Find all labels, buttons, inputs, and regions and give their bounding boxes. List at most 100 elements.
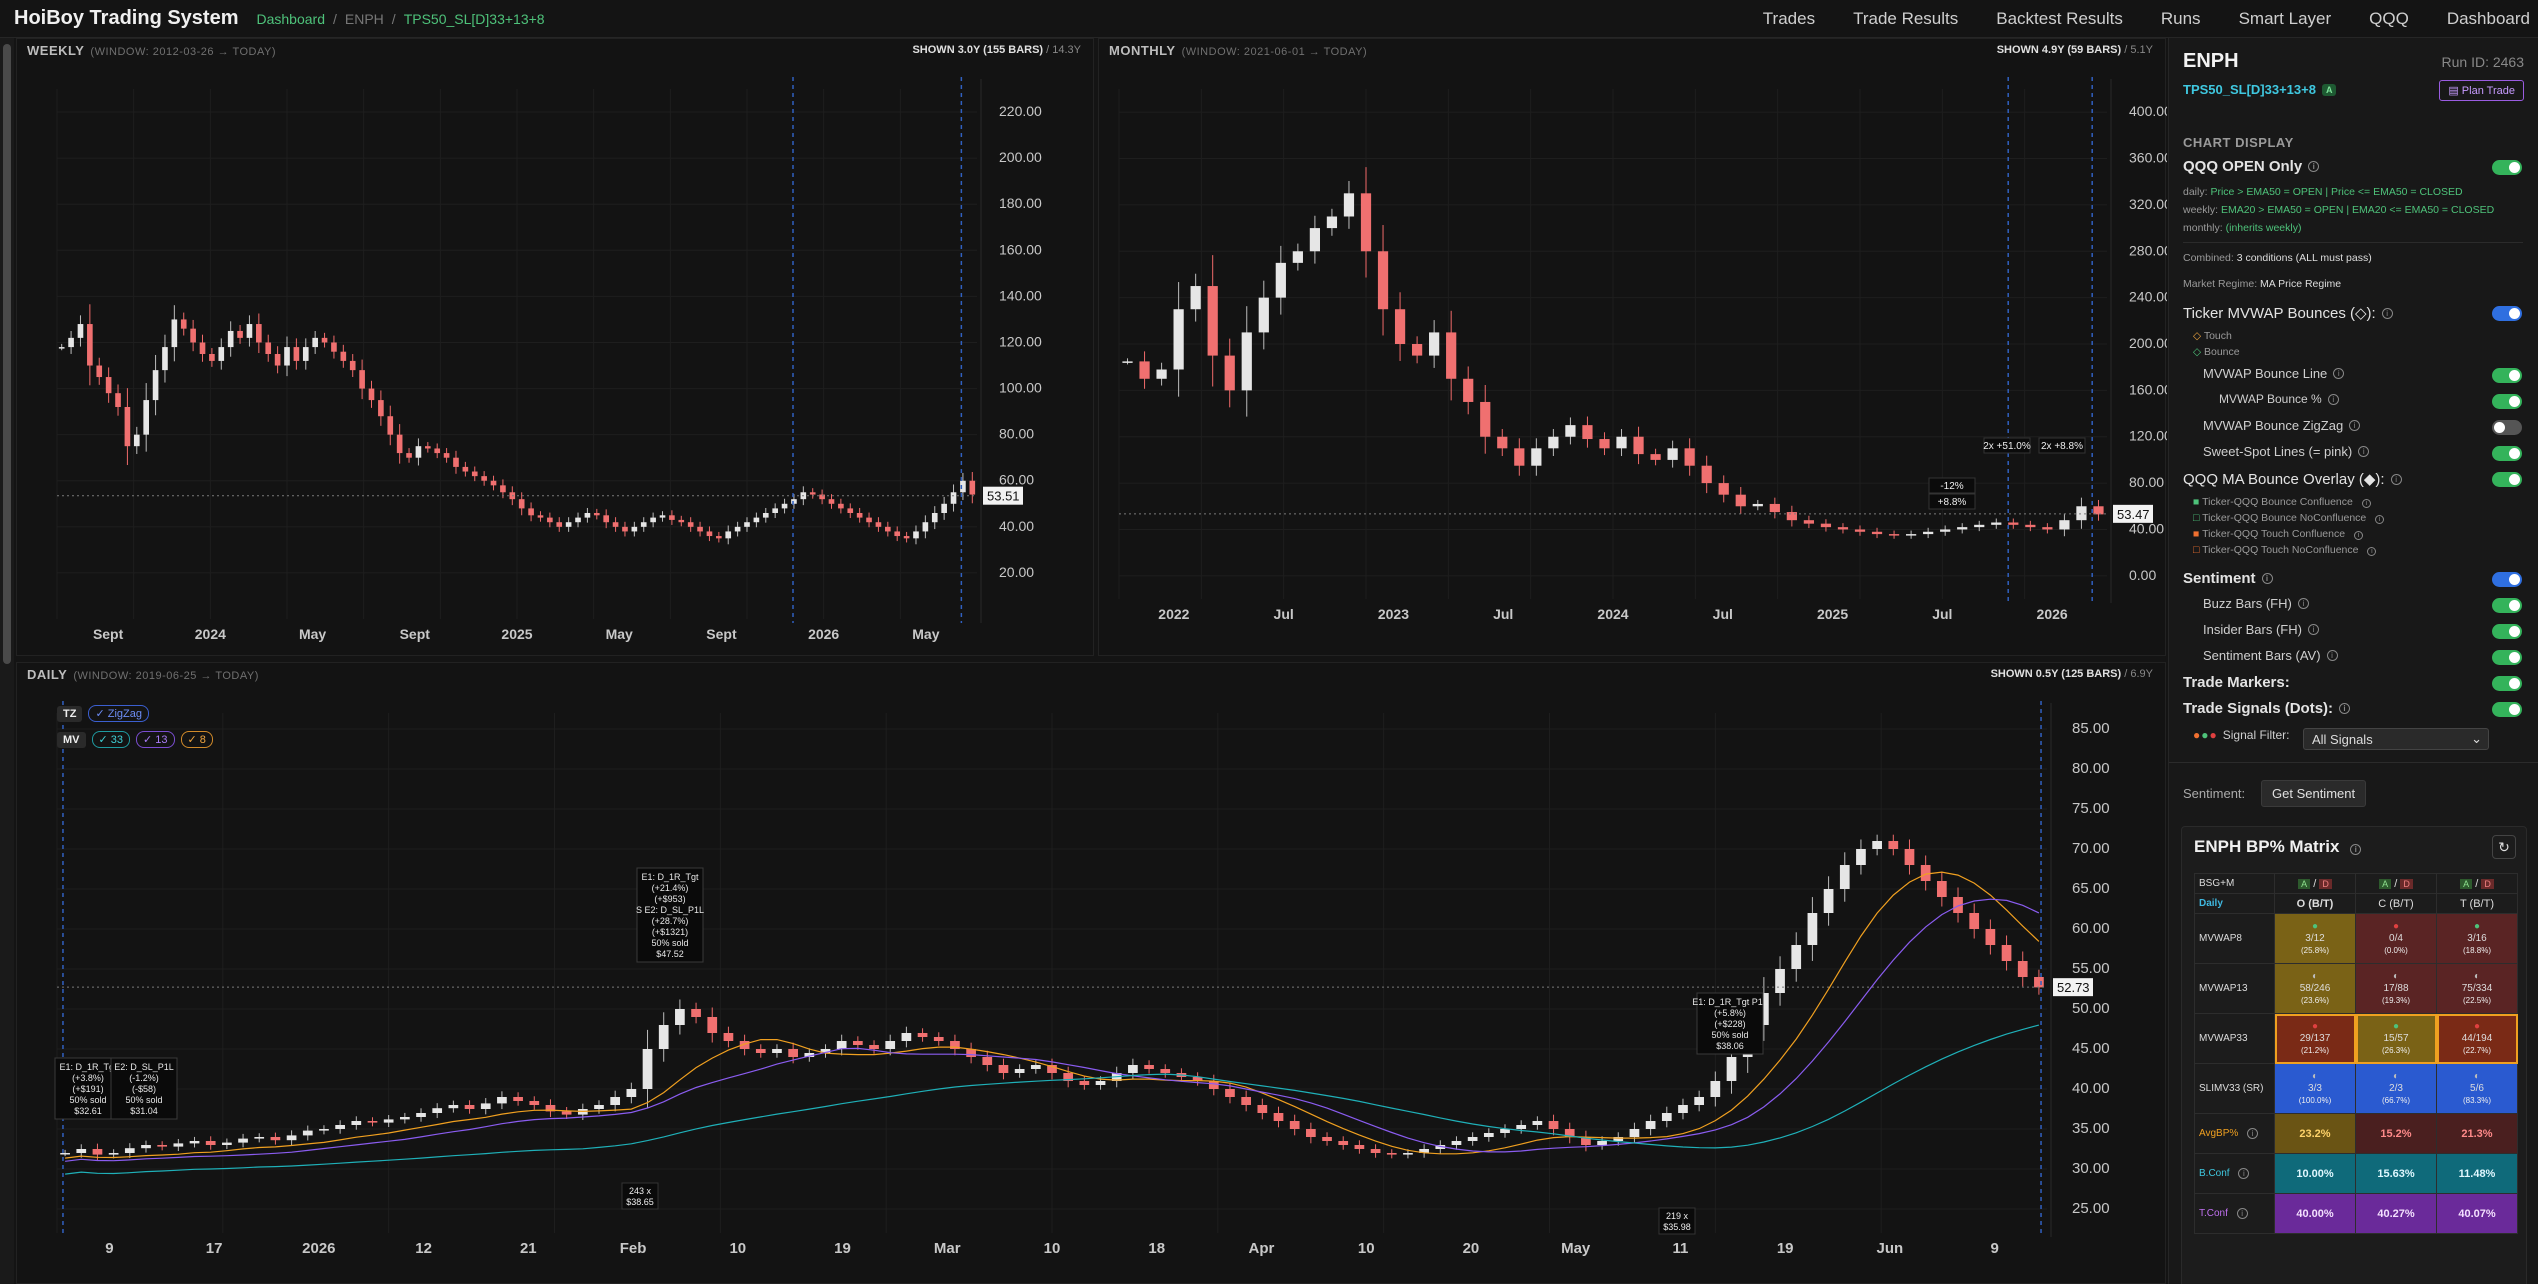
insider-bars-toggle[interactable] [2492, 624, 2522, 639]
info-icon[interactable]: i [2236, 1208, 2248, 1219]
strategy-name[interactable]: TPS50_SL[D]33+13+8 [2183, 82, 2316, 97]
matrix-cell[interactable]: ◐ 17/88 (19.3%) [2355, 963, 2437, 1014]
candle [687, 522, 694, 527]
monthly-chart[interactable]: 400.00 360.00 320.00 280.00 240.00 200.00 160.… [1099, 39, 2167, 657]
y-tick-label: 55.00 [2072, 960, 2110, 977]
matrix-cell[interactable]: ● 3/16 (18.8%) [2436, 913, 2518, 964]
info-icon[interactable]: i [2367, 547, 2377, 556]
matrix-cell[interactable]: ● 29/137 (21.2%) [2274, 1013, 2356, 1064]
mv8-chip[interactable]: ✓ 8 [180, 731, 213, 748]
info-icon[interactable]: i [2261, 573, 2273, 584]
matrix-cell[interactable]: ◐ 58/246 (23.6%) [2274, 963, 2356, 1014]
daily-chart[interactable]: 85.00 80.00 75.00 70.00 65.00 60.00 55.00 50.00… [17, 663, 2167, 1284]
candle [528, 508, 534, 516]
info-icon[interactable]: i [2327, 393, 2339, 405]
breadcrumb-ticker[interactable]: ENPH [345, 11, 384, 27]
trade-signals-toggle[interactable] [2492, 702, 2522, 717]
d-label: D [2400, 878, 2413, 889]
tconf-label-text: T.Conf [2199, 1208, 2228, 1219]
cell-pct: (25.8%) [2300, 945, 2329, 955]
ad-toggle[interactable]: A / D [2274, 873, 2356, 894]
get-sentiment-button[interactable]: Get Sentiment [2261, 780, 2367, 807]
candle [772, 1049, 782, 1053]
info-icon[interactable]: i [2375, 515, 2385, 524]
nav-runs[interactable]: Runs [2161, 9, 2201, 29]
candle [448, 1105, 459, 1109]
info-icon[interactable]: i [2238, 1168, 2250, 1179]
mv33-chip[interactable]: ✓ 33 [91, 731, 131, 748]
row-label: MVWAP13 [2194, 963, 2275, 1014]
info-icon[interactable]: i [2353, 531, 2363, 540]
sentiment-bars-toggle[interactable] [2492, 650, 2522, 665]
sweet-spot-toggle[interactable] [2492, 446, 2522, 461]
nav-trade-results[interactable]: Trade Results [1853, 9, 1958, 29]
trade-box-line: E2: D_SL_P1L [114, 1062, 174, 1072]
candle [931, 513, 938, 523]
candle [302, 1130, 313, 1136]
cell-pct: (21.2%) [2300, 1045, 2329, 1055]
page-scrollbar[interactable] [0, 38, 14, 1284]
info-icon[interactable]: i [2326, 650, 2338, 661]
signal-filter-select[interactable]: All Signals ⌄ [2303, 728, 2489, 750]
info-icon[interactable]: i [2247, 1128, 2259, 1139]
nav-dashboard[interactable]: Dashboard [2447, 9, 2530, 29]
info-icon[interactable]: i [2358, 446, 2370, 457]
info-icon[interactable]: i [2381, 307, 2393, 319]
tz-label[interactable]: TZ [57, 705, 83, 722]
nav-qqq[interactable]: QQQ [2369, 9, 2409, 29]
matrix-cell[interactable]: ● 44/194 (22.7%) [2436, 1013, 2518, 1064]
volume-label-line: $35.98 [1663, 1222, 1691, 1232]
mvwap-bounces-toggle[interactable] [2492, 306, 2522, 321]
info-icon[interactable]: i [2297, 598, 2309, 609]
trade-markers-toggle[interactable] [2492, 676, 2522, 691]
candle [286, 1135, 297, 1141]
nav-trades[interactable]: Trades [1763, 9, 1815, 29]
nav-smart-layer[interactable]: Smart Layer [2239, 9, 2332, 29]
info-icon[interactable]: i [2308, 161, 2320, 172]
matrix-cell[interactable]: ◐ 2/3 (66.7%) [2355, 1063, 2437, 1114]
qqq-ma-overlay-toggle[interactable] [2492, 472, 2522, 487]
info-icon[interactable]: i [2361, 499, 2371, 508]
candle [1807, 913, 1818, 945]
info-icon[interactable]: i [2307, 624, 2319, 635]
matrix-cell[interactable]: ◐ 5/6 (83.3%) [2436, 1063, 2518, 1114]
candle [903, 536, 910, 539]
candle [500, 485, 506, 493]
candle [1661, 1113, 1672, 1121]
mv13-chip[interactable]: ✓ 13 [136, 731, 175, 748]
mvwap-bounce-zigzag-toggle[interactable] [2492, 420, 2522, 435]
matrix-cell[interactable]: ● 0/4 (0.0%) [2355, 913, 2437, 964]
info-icon[interactable]: i [2349, 420, 2361, 431]
matrix-cell[interactable]: ● 3/12 (25.8%) [2274, 913, 2356, 964]
zigzag-chip[interactable]: ✓ ZigZag [88, 705, 149, 722]
ad-toggle[interactable]: A / D [2436, 873, 2518, 894]
info-icon[interactable]: i [2390, 473, 2402, 485]
qqq-open-only-toggle[interactable] [2492, 160, 2522, 175]
breadcrumb-strategy[interactable]: TPS50_SL[D]33+13+8 [404, 11, 545, 27]
matrix-cell[interactable]: ◐ 3/3 (100.0%) [2274, 1063, 2356, 1114]
refresh-icon[interactable]: ↻ [2492, 835, 2516, 859]
main-nav: Trades Trade Results Backtest Results Ru… [1763, 0, 2530, 38]
info-icon[interactable]: i [2333, 368, 2345, 379]
bconf-label: B.Conf i [2194, 1153, 2275, 1194]
nav-backtest-results[interactable]: Backtest Results [1996, 9, 2123, 29]
buzz-bars-toggle[interactable] [2492, 598, 2522, 613]
mvwap-bounce-pct-toggle[interactable] [2492, 394, 2522, 409]
mvwap-bounce-line-toggle[interactable] [2492, 368, 2522, 383]
candle [190, 328, 196, 343]
matrix-cell[interactable]: ◐ 75/334 (22.5%) [2436, 963, 2518, 1014]
info-icon[interactable]: i [2339, 703, 2351, 714]
sentiment-toggle[interactable] [2492, 572, 2522, 587]
candle [1394, 309, 1406, 344]
ad-toggle[interactable]: A / D [2355, 873, 2437, 894]
breadcrumb-dashboard[interactable]: Dashboard [257, 11, 326, 27]
candle [256, 324, 262, 343]
matrix-cell[interactable]: ● 15/57 (26.3%) [2355, 1013, 2437, 1064]
cell-count: 0/4 [2389, 932, 2403, 944]
info-icon[interactable]: i [2350, 844, 2362, 855]
candle [378, 400, 384, 417]
plan-trade-button[interactable]: ▤ Plan Trade [2439, 80, 2524, 101]
scrollbar-thumb[interactable] [3, 44, 11, 664]
candle [640, 522, 647, 527]
weekly-chart[interactable]: 220.00 200.00 180.00 160.00 140.00 120.00 100.… [17, 39, 1095, 657]
